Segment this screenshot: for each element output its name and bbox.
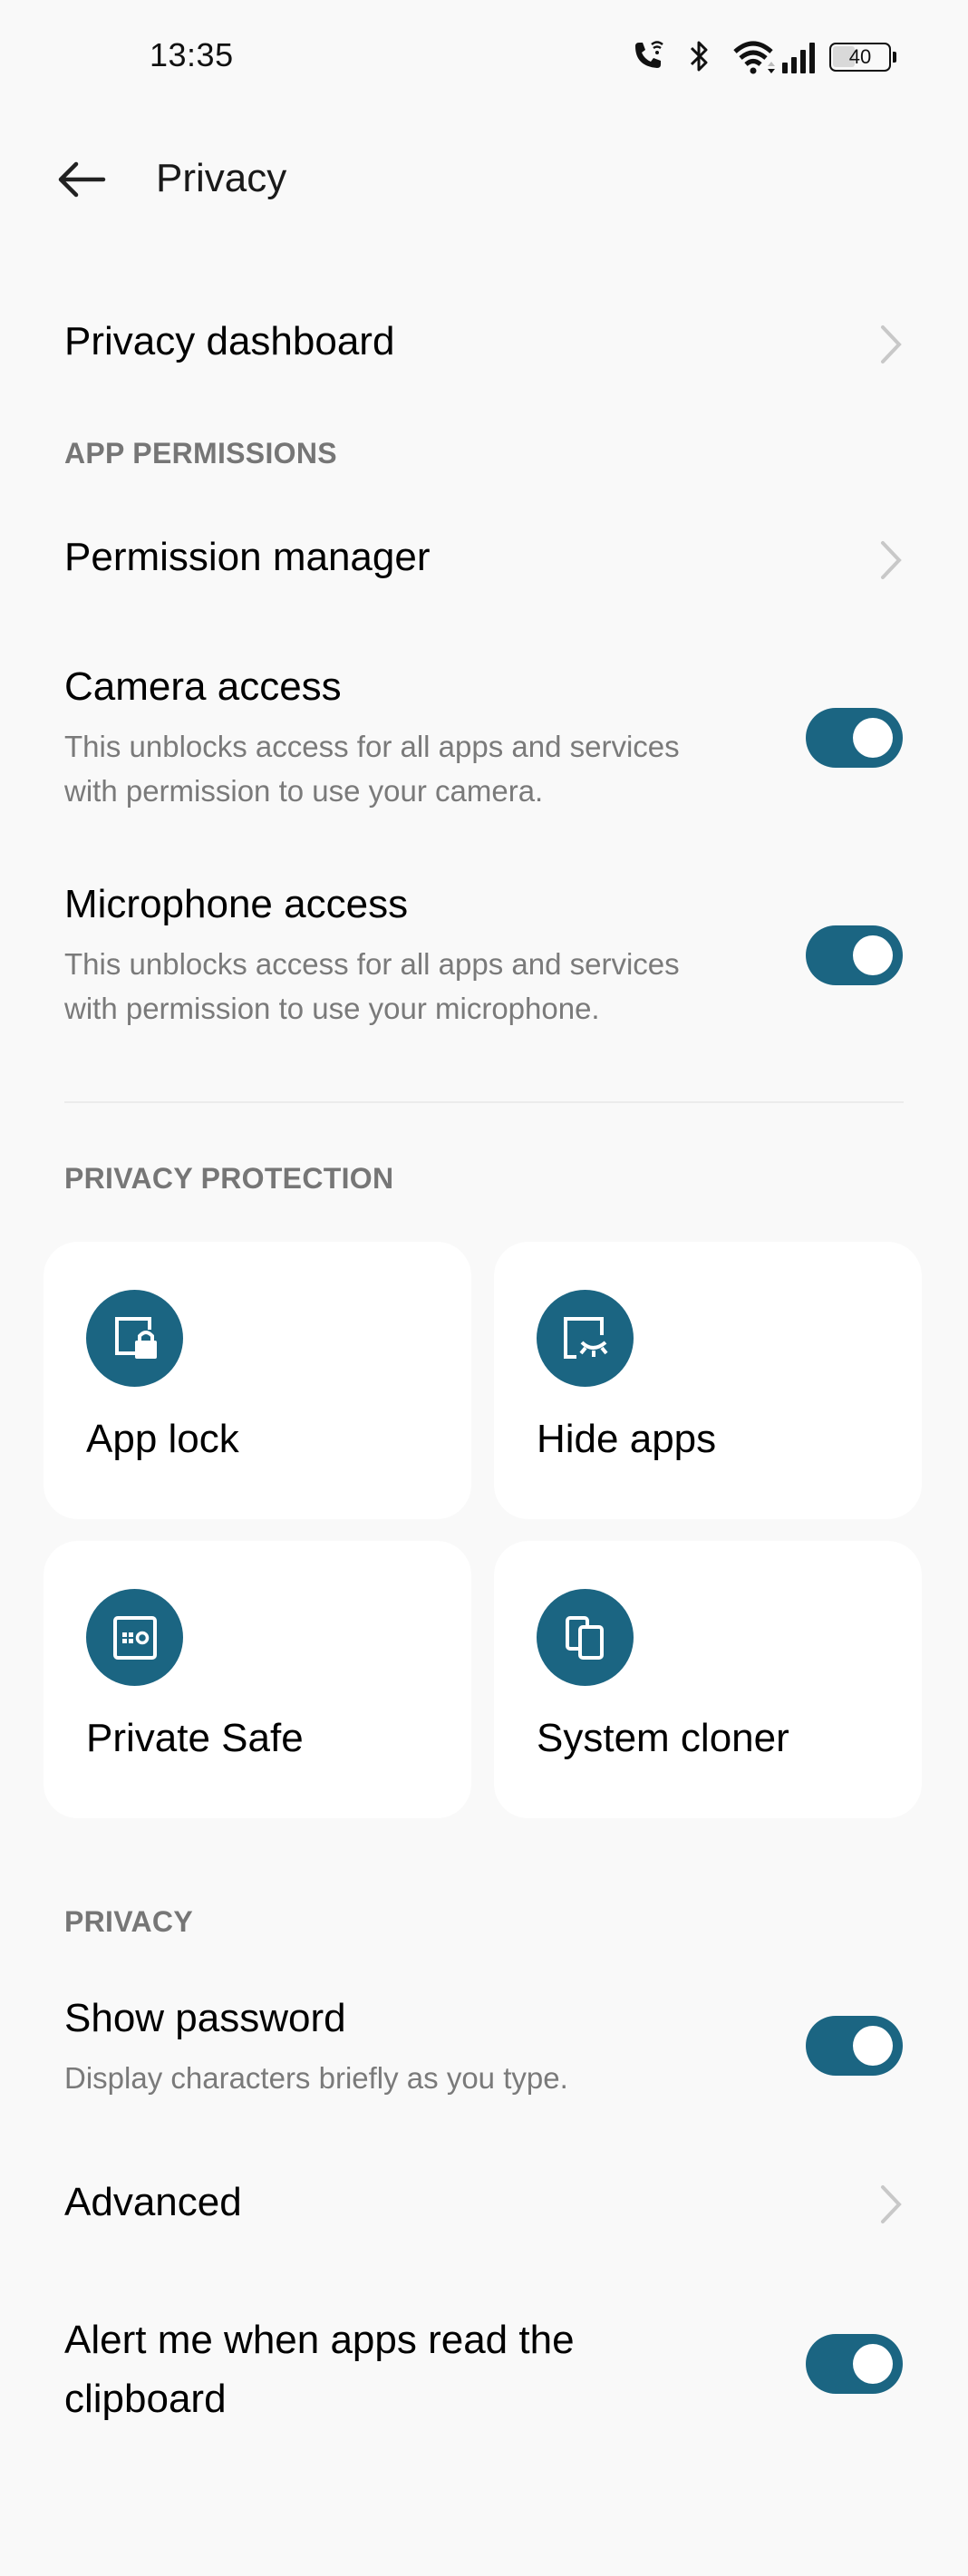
card-label: Private Safe [86, 1716, 304, 1760]
show-password-label: Show password [64, 1996, 346, 2040]
microphone-access-label: Microphone access [64, 882, 409, 926]
toggle-knob [853, 718, 893, 758]
page-title: Privacy [156, 156, 287, 200]
hide-apps-icon [537, 1290, 634, 1387]
arrow-left-icon [54, 157, 109, 207]
battery-level: 40 [848, 45, 872, 68]
show-password-row[interactable]: Show password Display characters briefly… [0, 1985, 968, 2121]
chevron-right-icon [877, 2182, 905, 2227]
divider [64, 1101, 904, 1103]
show-password-description: Display characters briefly as you type. [64, 2061, 568, 2095]
system-cloner-icon [537, 1589, 634, 1686]
card-label: Hide apps [537, 1417, 717, 1461]
toggle-knob [853, 2344, 893, 2384]
privacy-dashboard-row[interactable]: Privacy dashboard [0, 299, 968, 390]
clipboard-alert-toggle[interactable] [806, 2334, 903, 2394]
bluetooth-icon [682, 37, 715, 77]
section-privacy-protection: PRIVACY PROTECTION [64, 1162, 394, 1195]
advanced-row[interactable]: Advanced [0, 2162, 968, 2252]
clipboard-alert-label: Alert me when apps read the clipboard [64, 2310, 575, 2428]
private-safe-icon [86, 1589, 183, 1686]
advanced-label: Advanced [64, 2180, 242, 2224]
microphone-access-description: This unblocks access for all apps and se… [64, 942, 771, 1031]
wifi-calling-icon [630, 37, 670, 77]
chevron-right-icon [877, 322, 905, 367]
privacy-dashboard-label: Privacy dashboard [64, 319, 395, 363]
card-label: System cloner [537, 1716, 789, 1760]
microphone-access-row[interactable]: Microphone access This unblocks access f… [0, 870, 968, 1042]
status-icons: 40 [630, 34, 896, 80]
status-time: 13:35 [150, 36, 234, 73]
camera-access-toggle[interactable] [806, 708, 903, 768]
label-line: Alert me when apps read the [64, 2318, 575, 2362]
card-hide-apps[interactable]: Hide apps [494, 1242, 922, 1519]
clipboard-alert-row[interactable]: Alert me when apps read the clipboard [0, 2302, 968, 2438]
wifi-icon [731, 37, 779, 77]
card-label: App lock [86, 1417, 239, 1461]
card-app-lock[interactable]: App lock [44, 1242, 471, 1519]
camera-access-row[interactable]: Camera access This unblocks access for a… [0, 653, 968, 825]
label-line: clipboard [64, 2377, 227, 2421]
camera-access-description: This unblocks access for all apps and se… [64, 724, 771, 813]
show-password-toggle[interactable] [806, 2016, 903, 2076]
signal-icon [780, 37, 820, 77]
permission-manager-label: Permission manager [64, 535, 431, 579]
app-lock-icon [86, 1290, 183, 1387]
battery-icon: 40 [829, 43, 896, 72]
card-private-safe[interactable]: Private Safe [44, 1541, 471, 1818]
permission-manager-row[interactable]: Permission manager [0, 517, 968, 607]
section-privacy: PRIVACY [64, 1905, 193, 1938]
section-app-permissions: APP PERMISSIONS [64, 437, 337, 470]
camera-access-label: Camera access [64, 664, 342, 709]
toggle-knob [853, 2026, 893, 2066]
back-button[interactable] [54, 154, 118, 208]
toggle-knob [853, 935, 893, 975]
description-line: with permission to use your camera. [64, 774, 544, 808]
chevron-right-icon [877, 537, 905, 583]
card-system-cloner[interactable]: System cloner [494, 1541, 922, 1818]
description-line: This unblocks access for all apps and se… [64, 947, 680, 981]
microphone-access-toggle[interactable] [806, 925, 903, 985]
description-line: with permission to use your microphone. [64, 992, 600, 1025]
description-line: This unblocks access for all apps and se… [64, 730, 680, 763]
